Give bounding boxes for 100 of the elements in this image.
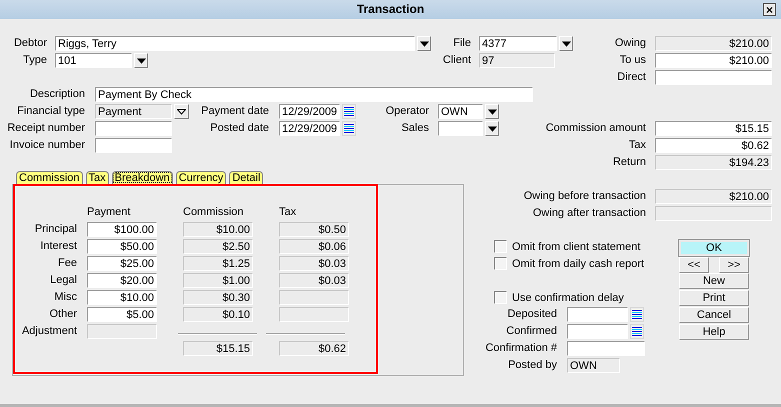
date-field[interactable]: 12/29/2009 <box>279 121 340 136</box>
dialog-button[interactable]: OK <box>679 240 749 256</box>
field-label: Confirmed <box>506 325 557 338</box>
input-field[interactable]: $100.00 <box>87 222 157 237</box>
checkbox[interactable] <box>494 240 507 253</box>
readonly-field: $1.25 <box>183 256 253 271</box>
caret-icon <box>488 108 496 114</box>
input-field[interactable]: $5.00 <box>87 307 157 322</box>
field-label: Description <box>30 88 85 101</box>
readonly-field: $0.03 <box>279 273 349 288</box>
field-label: Owing after transaction <box>532 207 646 220</box>
input-field[interactable]: Payment By Check <box>95 87 533 102</box>
field-label: Operator <box>386 105 429 118</box>
field-label: Client <box>442 54 471 67</box>
input-field[interactable]: $50.00 <box>87 239 157 254</box>
dropdown-button[interactable] <box>485 104 499 119</box>
dialog-button[interactable]: >> <box>719 257 749 273</box>
field-label: Debtor <box>14 37 47 50</box>
dialog-button[interactable]: Help <box>679 324 749 340</box>
row-label: Adjustment <box>22 325 77 338</box>
dropdown-button[interactable] <box>485 121 499 136</box>
column-header: Tax <box>279 206 296 219</box>
caret-icon <box>136 58 146 64</box>
readonly-field: $2.50 <box>183 239 253 254</box>
calendar-icon <box>632 310 642 320</box>
date-field[interactable] <box>567 324 628 339</box>
date-field[interactable] <box>567 307 628 322</box>
combo-field[interactable] <box>438 121 483 136</box>
field-label: Invoice number <box>10 139 85 152</box>
dropdown-button[interactable] <box>417 36 431 51</box>
window-title: Transaction <box>356 3 424 16</box>
checkbox-label: Omit from daily cash report <box>512 258 644 271</box>
row-label: Interest <box>40 240 77 253</box>
field-label: Sales <box>401 122 429 135</box>
dropdown-button[interactable] <box>559 36 573 51</box>
field-label: Receipt number <box>7 122 85 135</box>
readonly-field: $0.03 <box>279 256 349 271</box>
readonly-field: $210.00 <box>655 189 772 204</box>
total-field: $0.62 <box>279 341 349 356</box>
row-label: Principal <box>34 223 77 236</box>
date-field[interactable]: 12/29/2009 <box>279 104 340 119</box>
calendar-icon <box>632 326 642 336</box>
readonly-field: $0.30 <box>183 290 253 305</box>
readonly-field: $10.00 <box>183 222 253 237</box>
calendar-icon <box>344 106 354 116</box>
field-label: Posted date <box>210 122 269 135</box>
readonly-field: $0.10 <box>183 307 253 322</box>
readonly-field: $0.50 <box>279 222 349 237</box>
field-label: Deposited <box>507 308 557 321</box>
field-label: To us <box>620 54 646 67</box>
input-field[interactable]: $210.00 <box>655 53 772 68</box>
input-field[interactable] <box>95 138 172 153</box>
column-header: Payment <box>87 206 130 219</box>
input-field[interactable] <box>95 121 172 136</box>
input-field[interactable]: $15.15 <box>655 121 772 136</box>
combo-field[interactable]: Riggs, Terry <box>55 36 415 51</box>
calendar-button[interactable] <box>342 104 356 119</box>
row-label: Legal <box>50 274 77 287</box>
row-label: Other <box>49 308 77 321</box>
combo-field[interactable]: 4377 <box>479 36 557 51</box>
combo-field[interactable]: OWN <box>438 104 483 119</box>
dropdown-button[interactable] <box>134 53 148 68</box>
caret-icon <box>562 40 570 46</box>
checkbox-label: Omit from client statement <box>512 241 640 254</box>
readonly-field: OWN <box>567 358 620 373</box>
checkbox[interactable] <box>494 257 507 270</box>
field-label: Direct <box>617 71 646 84</box>
close-button[interactable]: × <box>763 3 776 16</box>
input-field[interactable]: $20.00 <box>87 273 157 288</box>
dialog-button[interactable]: New <box>679 273 749 289</box>
readonly-field: 97 <box>479 53 555 68</box>
row-label: Fee <box>58 257 77 270</box>
dropdown-button[interactable] <box>174 104 189 119</box>
column-header: Commission <box>183 206 244 219</box>
dialog-button[interactable]: Print <box>679 290 749 306</box>
checkbox[interactable] <box>494 291 507 304</box>
field-label: Posted by <box>508 359 557 372</box>
calendar-button[interactable] <box>630 307 644 322</box>
calendar-button[interactable] <box>630 324 644 339</box>
combo-field[interactable]: Payment <box>95 104 172 119</box>
field-label: Payment date <box>201 105 269 118</box>
caret-icon <box>420 40 428 46</box>
input-field[interactable] <box>655 70 772 85</box>
calendar-button[interactable] <box>342 121 356 136</box>
dialog-button[interactable]: Cancel <box>679 307 749 323</box>
tab[interactable]: Commission <box>16 171 83 184</box>
field-label: Return <box>612 156 646 169</box>
combo-field[interactable]: 101 <box>55 53 132 68</box>
tab[interactable]: Breakdown <box>112 171 173 184</box>
input-field[interactable] <box>567 341 645 356</box>
tab[interactable]: Detail <box>229 171 264 184</box>
input-field[interactable]: $10.00 <box>87 290 157 305</box>
field-label: File <box>453 37 471 50</box>
input-field[interactable]: $0.62 <box>655 138 772 153</box>
readonly-field: $194.23 <box>655 155 772 170</box>
input-field[interactable]: $25.00 <box>87 256 157 271</box>
readonly-field: $1.00 <box>183 273 253 288</box>
dialog-button[interactable]: << <box>679 257 709 273</box>
tab[interactable]: Tax <box>86 171 109 184</box>
tab[interactable]: Currency <box>176 171 226 184</box>
